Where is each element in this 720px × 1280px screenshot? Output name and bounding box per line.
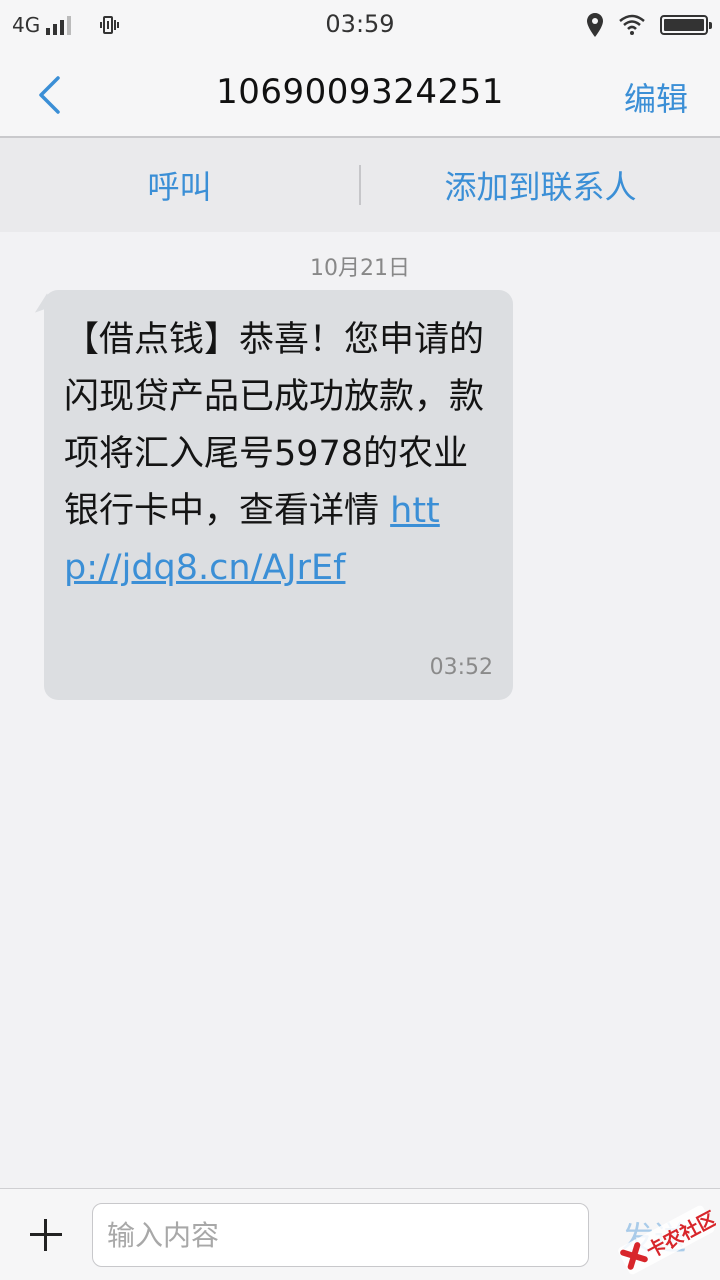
status-bar: 4G 03:59 [0,0,720,50]
message-text: 【借点钱】恭喜！您申请的闪现贷产品已成功放款，款项将汇入尾号5978的农业银行卡… [64,312,491,597]
message-time: 03:52 [429,655,493,680]
message-list[interactable]: 10月21日 【借点钱】恭喜！您申请的闪现贷产品已成功放款，款项将汇入尾号597… [0,232,720,1188]
composer-bar: 发送 [0,1188,720,1280]
status-right [586,10,712,40]
location-icon [587,13,603,37]
date-separator: 10月21日 [310,256,410,281]
message-input[interactable] [92,1203,589,1267]
nav-bar: 1069009324251 编辑 [0,50,720,138]
send-button[interactable]: 发送 [622,1213,686,1259]
wifi-icon [619,14,645,35]
page-title: 1069009324251 [216,72,504,112]
battery-icon [660,15,712,35]
message-bubble[interactable]: 【借点钱】恭喜！您申请的闪现贷产品已成功放款，款项将汇入尾号5978的农业银行卡… [30,290,513,700]
contact-action-bar: 呼叫 添加到联系人 [0,138,720,232]
edit-button[interactable]: 编辑 [624,74,688,120]
add-contact-button[interactable]: 添加到联系人 [361,162,720,208]
call-button[interactable]: 呼叫 [0,162,359,208]
bubble-tail [30,293,52,313]
attach-button[interactable] [28,1217,64,1253]
